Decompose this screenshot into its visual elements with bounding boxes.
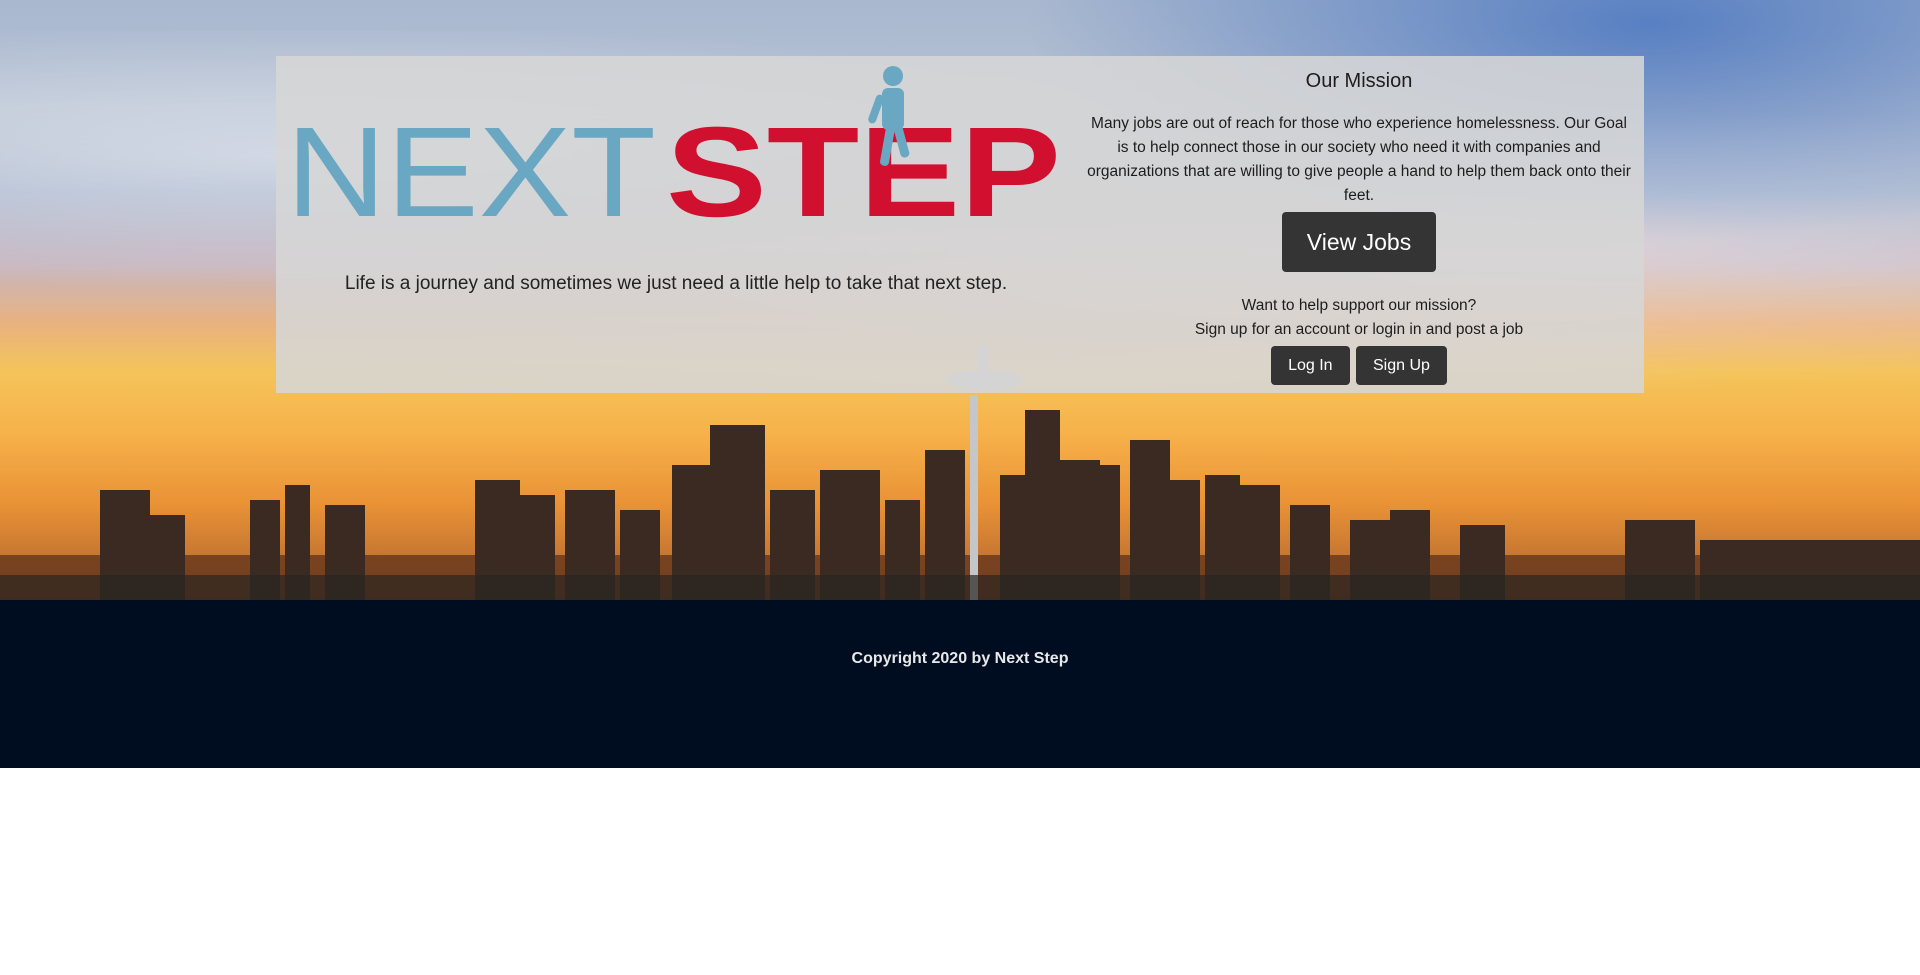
tagline: Life is a journey and sometimes we just …: [344, 273, 1008, 294]
mission-text: Many jobs are out of reach for those who…: [1087, 115, 1631, 204]
mission-section: Our Mission Many jobs are out of reach f…: [1084, 56, 1634, 385]
footer: Copyright 2020 by Next Step: [0, 600, 1920, 768]
svg-text:NEXT: NEXT: [286, 101, 656, 244]
support-line-2: Sign up for an account or login in and p…: [1194, 321, 1524, 338]
signup-button[interactable]: Sign Up: [1356, 346, 1447, 385]
next-step-logo: NEXT STEP: [286, 66, 1061, 244]
mission-title: Our Mission: [1305, 70, 1413, 92]
login-button[interactable]: Log In: [1271, 346, 1350, 385]
view-jobs-button[interactable]: View Jobs: [1282, 212, 1436, 272]
copyright-text: Copyright 2020 by Next Step: [851, 650, 1069, 667]
auth-buttons: Log In Sign Up: [1084, 346, 1634, 385]
support-text: Want to help support our mission? Sign u…: [1084, 294, 1634, 342]
hero-panel: NEXT STEP Life is a journey and sometime…: [276, 56, 1644, 393]
support-line-1: Want to help support our mission?: [1241, 297, 1477, 314]
svg-text:STEP: STEP: [666, 101, 1061, 244]
